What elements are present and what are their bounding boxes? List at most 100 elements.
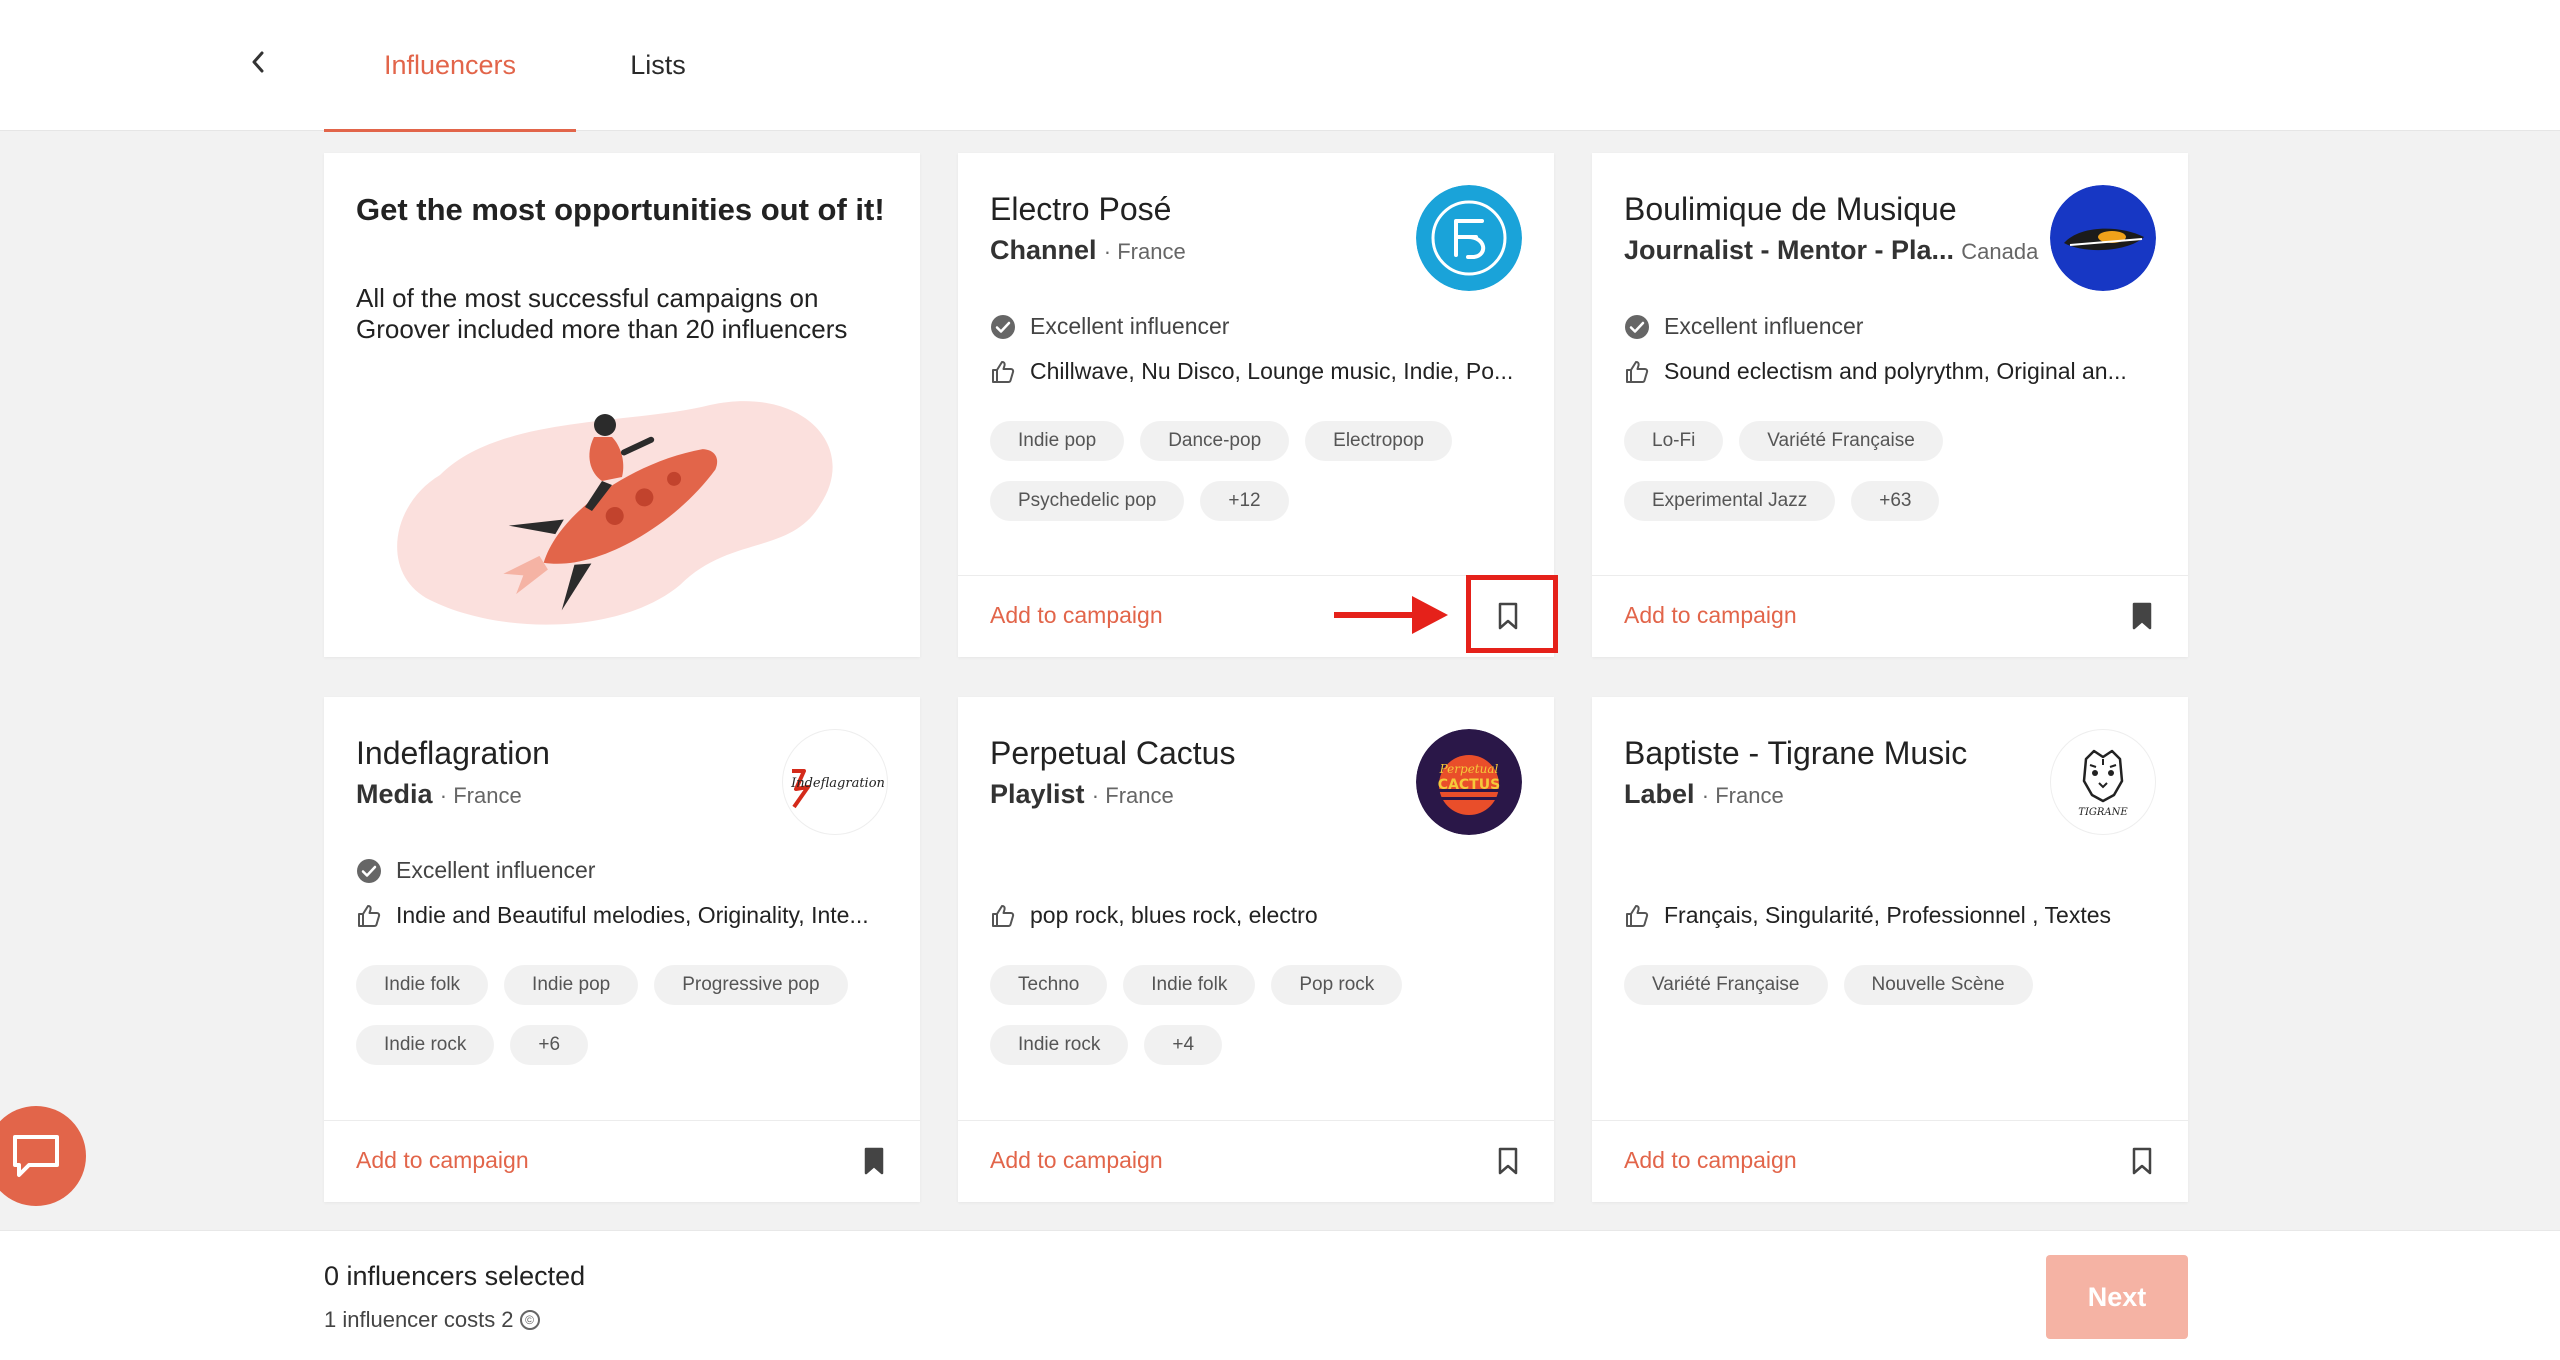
genre-row: Chillwave, Nu Disco, Lounge music, Indie… [990, 358, 1520, 385]
chat-bubble-icon [13, 1135, 59, 1177]
status-row: Excellent influencer [356, 857, 595, 884]
influencer-name[interactable]: Baptiste - Tigrane Music [1624, 735, 2044, 772]
perpetual-cactus-logo: Perpetual CACTUS [1416, 729, 1522, 835]
next-button[interactable]: Next [2046, 1255, 2188, 1339]
card-footer: Add to campaign [324, 1120, 920, 1202]
genre-tag[interactable]: Electropop [1305, 421, 1452, 461]
more-tags[interactable]: +4 [1144, 1025, 1223, 1065]
tag-list: Techno Indie folk Pop rock Indie rock +4 [990, 965, 1530, 1065]
add-to-campaign-link[interactable]: Add to campaign [990, 602, 1163, 629]
bookmark-filled-icon [864, 1147, 884, 1175]
annotation-arrow-icon [1334, 596, 1448, 634]
influencer-type: Label [1624, 779, 1695, 809]
influencer-name[interactable]: Perpetual Cactus [990, 735, 1410, 772]
promo-card: Get the most opportunities out of it! Al… [324, 153, 920, 657]
avatar[interactable]: Indeflagration [782, 729, 888, 835]
avatar[interactable]: Perpetual CACTUS [1416, 729, 1522, 835]
thumbs-up-icon [1626, 904, 1649, 927]
genre-row: Français, Singularité, Professionnel , T… [1624, 902, 2154, 929]
add-to-campaign-link[interactable]: Add to campaign [1624, 602, 1797, 629]
genre-text: pop rock, blues rock, electro [1030, 902, 1318, 928]
more-tags[interactable]: +63 [1851, 481, 1940, 521]
genre-text: Sound eclectism and polyrythm, Original … [1664, 358, 2127, 384]
influencer-name[interactable]: Boulimique de Musique [1624, 191, 2044, 228]
status-text: Excellent influencer [1030, 313, 1230, 339]
thumbs-up-icon [358, 904, 381, 927]
influencer-meta: Label · France [1624, 779, 2054, 810]
thumbs-up-icon [992, 360, 1015, 383]
influencer-meta: Playlist · France [990, 779, 1420, 810]
selected-count: 0 influencers selected [324, 1261, 586, 1291]
genre-text: Français, Singularité, Professionnel , T… [1664, 902, 2112, 928]
cost-info: 1 influencer costs 2 © [324, 1307, 540, 1333]
genre-tag[interactable]: Dance-pop [1140, 421, 1290, 461]
add-to-campaign-link[interactable]: Add to campaign [1624, 1147, 1797, 1174]
genre-tag[interactable]: Indie pop [504, 965, 639, 1005]
avatar[interactable]: TIGRANE [2050, 729, 2156, 835]
genre-tag[interactable]: Indie folk [1123, 965, 1256, 1005]
bookmark-button[interactable] [1490, 1143, 1526, 1179]
more-tags[interactable]: +12 [1200, 481, 1289, 521]
credit-coin-icon: © [519, 1310, 540, 1330]
check-circle-icon [991, 314, 1015, 339]
indeflagration-logo: Indeflagration [790, 769, 885, 809]
bookmark-button[interactable] [856, 1143, 892, 1179]
genre-tag[interactable]: Variété Française [1624, 965, 1828, 1005]
genre-tag[interactable]: Nouvelle Scène [1843, 965, 2033, 1005]
tag-list: Indie folk Indie pop Progressive pop Ind… [356, 965, 896, 1065]
chat-button[interactable] [0, 1106, 86, 1206]
tag-list: Lo-Fi Variété Française Experimental Jaz… [1624, 421, 2164, 521]
genre-text: Indie and Beautiful melodies, Originalit… [396, 902, 869, 928]
electro-pose-logo [1416, 185, 1522, 291]
tab-lists[interactable]: Lists [600, 0, 716, 131]
genre-tag[interactable]: Indie rock [356, 1025, 495, 1065]
influencer-country-separator: · [1701, 783, 1716, 808]
cactus-logo-line2: CACTUS [1438, 777, 1500, 793]
influencer-card: Baptiste - Tigrane Music Label · France … [1592, 697, 2188, 1202]
cost-text: 1 influencer costs 2 [324, 1307, 514, 1332]
status-row: Excellent influencer [990, 313, 1229, 340]
card-footer: Add to campaign [958, 1120, 1554, 1202]
bookmark-outline-icon [2132, 1147, 2152, 1175]
avatar[interactable] [1416, 185, 1522, 291]
influencer-country: France [1715, 783, 1784, 808]
influencer-type: Channel [990, 235, 1097, 265]
more-tags[interactable]: +6 [510, 1025, 589, 1065]
genre-tag[interactable]: Pop rock [1271, 965, 1403, 1005]
bookmark-button[interactable] [2124, 1143, 2160, 1179]
genre-text: Chillwave, Nu Disco, Lounge music, Indie… [1030, 358, 1514, 384]
bookmark-button[interactable] [2124, 598, 2160, 634]
thumbs-up-icon [1626, 360, 1649, 383]
genre-tag[interactable]: Variété Française [1739, 421, 1943, 461]
genre-tag[interactable]: Indie rock [990, 1025, 1129, 1065]
back-button[interactable] [240, 44, 276, 80]
chevron-left-icon [252, 51, 264, 73]
influencer-country: France [453, 783, 522, 808]
influencer-type: Media [356, 779, 433, 809]
influencer-name[interactable]: Electro Posé [990, 191, 1410, 228]
genre-tag[interactable]: Experimental Jazz [1624, 481, 1836, 521]
genre-tag[interactable]: Lo-Fi [1624, 421, 1724, 461]
influencer-meta: Media · France [356, 779, 786, 810]
genre-tag[interactable]: Indie pop [990, 421, 1125, 461]
genre-tag[interactable]: Progressive pop [654, 965, 848, 1005]
genre-tag[interactable]: Psychedelic pop [990, 481, 1185, 521]
avatar[interactable] [2050, 185, 2156, 291]
bookmark-filled-icon [2132, 602, 2152, 630]
check-circle-icon [357, 858, 381, 883]
bookmark-outline-icon [1498, 1147, 1518, 1175]
tag-list: Indie pop Dance-pop Electropop Psychedel… [990, 421, 1530, 521]
status-text: Excellent influencer [396, 857, 596, 883]
add-to-campaign-link[interactable]: Add to campaign [356, 1147, 529, 1174]
influencer-country-separator: · [439, 783, 454, 808]
genre-tag[interactable]: Techno [990, 965, 1108, 1005]
influencer-name[interactable]: Indeflagration [356, 735, 776, 772]
top-header: Influencers Lists [0, 0, 2560, 132]
genre-row: Sound eclectism and polyrythm, Original … [1624, 358, 2154, 385]
influencer-meta: Journalist - Mentor - Pla... Canada [1624, 235, 2054, 266]
influencer-country: Canada [1961, 239, 2039, 264]
add-to-campaign-link[interactable]: Add to campaign [990, 1147, 1163, 1174]
tab-influencers[interactable]: Influencers [324, 0, 576, 132]
genre-tag[interactable]: Indie folk [356, 965, 489, 1005]
influencer-country-separator: · [1091, 783, 1106, 808]
